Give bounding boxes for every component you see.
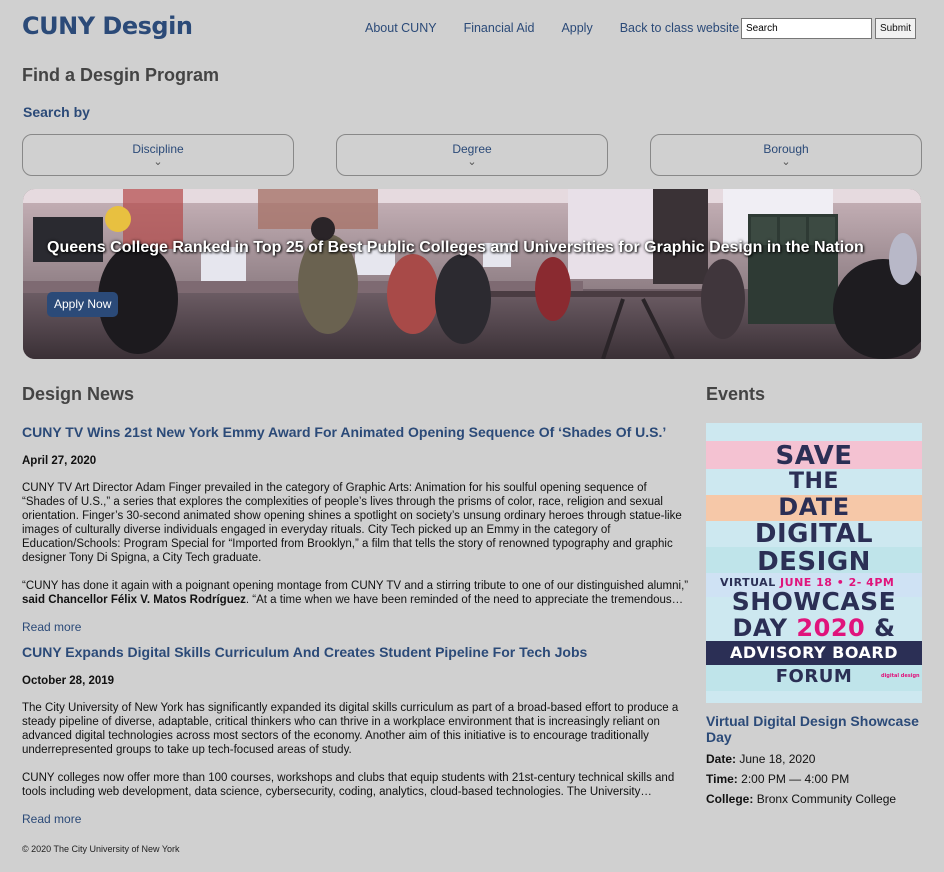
chevron-down-icon: ⌄ xyxy=(153,156,163,169)
nav-financial-aid[interactable]: Financial Aid xyxy=(464,21,535,35)
poster-the: THE xyxy=(789,469,839,494)
poster-design: DESIGN xyxy=(757,547,871,577)
site-logo[interactable]: CUNY Desgin xyxy=(22,12,193,40)
poster-ampersand: & xyxy=(874,614,896,642)
events-heading: Events xyxy=(706,384,766,404)
degree-label: Degree xyxy=(452,142,492,156)
article-body: The City University of New York has sign… xyxy=(22,702,679,756)
article-body: CUNY TV Art Director Adam Finger prevail… xyxy=(22,482,682,564)
search-input[interactable] xyxy=(741,18,872,39)
article-date: October 28, 2019 xyxy=(22,675,115,687)
event-poster[interactable]: SAVE THE DATE DIGITAL DESIGN VIRTUAL JUN… xyxy=(706,423,922,703)
submit-button[interactable]: Submit xyxy=(875,18,916,39)
event-title[interactable]: Virtual Digital Design Showcase Day xyxy=(706,713,926,745)
chevron-down-icon: ⌄ xyxy=(781,156,791,169)
poster-day: DAY xyxy=(732,614,788,642)
article-excerpt: “CUNY has done it again with a poignant … xyxy=(22,580,689,606)
degree-dropdown[interactable]: Degree ⌄ xyxy=(336,134,608,176)
chevron-down-icon: ⌄ xyxy=(467,156,477,169)
event-date: Date: June 18, 2020 xyxy=(706,752,816,766)
event-time: Time: 2:00 PM — 4:00 PM xyxy=(706,772,850,786)
poster-save: SAVE xyxy=(775,441,853,471)
main-nav: About CUNY Financial Aid Apply Back to c… xyxy=(365,21,766,35)
design-news-heading: Design News xyxy=(22,384,135,404)
news-article: CUNY Expands Digital Skills Curriculum A… xyxy=(22,643,692,826)
apply-now-button[interactable]: Apply Now xyxy=(47,292,119,317)
read-more-link[interactable]: Read more xyxy=(22,812,692,826)
poster-date: DATE xyxy=(778,493,850,521)
nav-apply[interactable]: Apply xyxy=(561,21,592,35)
nav-back-to-class[interactable]: Back to class website xyxy=(620,21,740,35)
hero-headline: Queens College Ranked in Top 25 of Best … xyxy=(47,239,864,256)
news-article: CUNY TV Wins 21st New York Emmy Award Fo… xyxy=(22,423,692,634)
poster-advisory-board: ADVISORY BOARD xyxy=(729,643,899,662)
borough-label: Borough xyxy=(763,142,809,156)
nav-about-cuny[interactable]: About CUNY xyxy=(365,21,437,35)
poster-digital: DIGITAL xyxy=(754,519,874,549)
footer-copyright: © 2020 The City University of New York xyxy=(22,844,180,854)
poster-year: 2020 xyxy=(796,614,866,642)
borough-dropdown[interactable]: Borough ⌄ xyxy=(650,134,922,176)
poster-digital-design-logo: digital design xyxy=(881,673,920,679)
search-by-label: Search by xyxy=(23,104,90,120)
event-college: College: Bronx Community College xyxy=(706,792,897,806)
article-title[interactable]: CUNY TV Wins 21st New York Emmy Award Fo… xyxy=(22,423,692,441)
article-excerpt: CUNY colleges now offer more than 100 co… xyxy=(22,772,675,798)
read-more-link[interactable]: Read more xyxy=(22,620,692,634)
page-title: Find a Desgin Program xyxy=(22,65,220,85)
discipline-label: Discipline xyxy=(132,142,184,156)
article-date: April 27, 2020 xyxy=(22,455,97,467)
poster-showcase: SHOWCASE xyxy=(731,587,897,616)
classroom-photo xyxy=(23,189,921,359)
discipline-dropdown[interactable]: Discipline ⌄ xyxy=(22,134,294,176)
hero-banner: Queens College Ranked in Top 25 of Best … xyxy=(23,189,921,359)
article-title[interactable]: CUNY Expands Digital Skills Curriculum A… xyxy=(22,643,692,661)
